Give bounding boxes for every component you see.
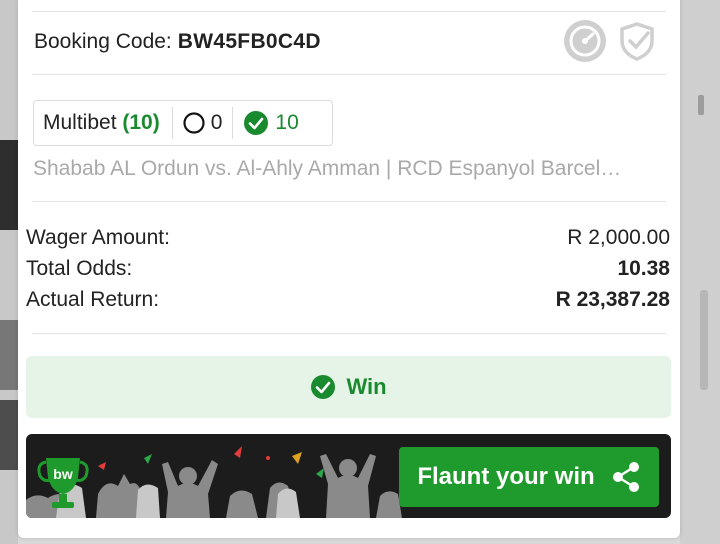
flaunt-button-label: Flaunt your win [417,463,595,490]
trophy-logo-text: bw [53,466,73,482]
shield-check-icon[interactable] [616,20,658,62]
booking-code-label: Booking Code: [34,30,172,53]
wager-row: Wager Amount: R 2,000.00 [26,222,670,253]
matches-summary[interactable]: Shabab AL Ordun vs. Al-Ahly Amman | RCD … [33,157,663,181]
bet-card: Booking Code:BW45FB0C4D Multibet (10) 0 [18,0,680,538]
card-top-icons [564,20,658,62]
speedometer-icon[interactable] [564,20,606,62]
share-icon [612,462,639,492]
flaunt-banner[interactable]: bw Flaunt your win [26,434,671,518]
open-legs-count: 0 [210,111,223,134]
multibet-summary: Multibet (10) 0 10 [33,100,333,146]
booking-code-row: Booking Code: BW45FB0C4D [34,30,321,54]
win-status-label: Win [346,374,387,399]
return-row: Actual Return: R 23,387.28 [26,284,670,315]
booking-code-value: BW45FB0C4D [177,30,321,53]
background-right [680,0,720,544]
flaunt-your-win-button[interactable]: Flaunt your win [399,447,659,507]
divider [32,11,666,12]
return-label: Actual Return: [26,287,160,311]
divider [32,333,666,334]
wager-label: Wager Amount: [26,225,170,249]
open-circle-icon [183,112,205,134]
check-circle-icon [311,375,336,399]
multibet-label: Multibet [43,111,117,134]
multibet-count: (10) [122,111,160,134]
divider [32,201,666,202]
odds-label: Total Odds: [26,256,133,280]
win-status: Win [26,356,671,418]
wager-value: R 2,000.00 [567,225,670,249]
odds-row: Total Odds: 10.38 [26,253,670,284]
check-circle-icon [244,111,269,135]
bet-summary: Wager Amount: R 2,000.00 Total Odds: 10.… [26,222,670,315]
multibet-label-group: Multibet (10) [34,111,172,135]
won-legs: 10 [233,110,308,136]
odds-value: 10.38 [617,256,670,280]
background-left [0,0,18,544]
divider [32,74,666,75]
won-legs-count: 10 [275,111,299,134]
open-legs: 0 [173,111,233,135]
return-value: R 23,387.28 [555,287,670,311]
